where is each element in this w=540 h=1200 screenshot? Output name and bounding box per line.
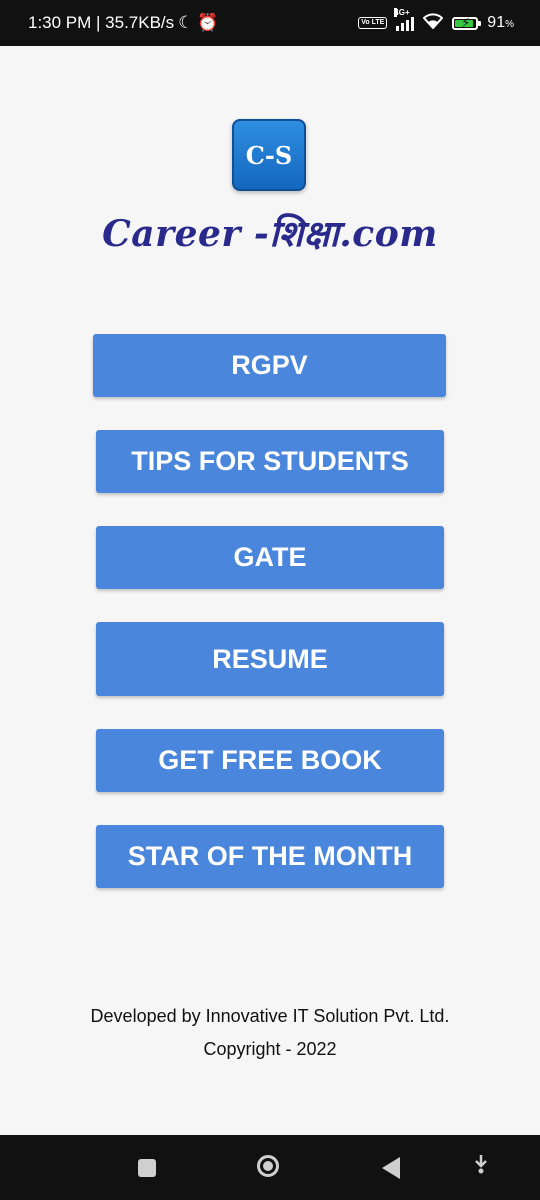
rgpv-button[interactable]: RGPV [93, 334, 446, 397]
moon-icon: ☾ [178, 13, 194, 32]
gate-button[interactable]: GATE [96, 526, 444, 589]
charging-icon: ⚡ [461, 14, 471, 30]
developer-credit: Developed by Innovative IT Solution Pvt.… [90, 1006, 450, 1026]
battery-percent: 91% [487, 14, 514, 31]
circle-home-icon[interactable] [257, 1155, 279, 1177]
status-time-speed: 1:30 PM | 35.7KB/s [28, 13, 175, 32]
status-bar: 1:30 PM | 35.7KB/s ☾ ⏰ Vo LTE 4G+ ⚡ 91% [0, 0, 540, 46]
tips-for-students-button[interactable]: TIPS FOR STUDENTS [96, 430, 444, 493]
resume-button[interactable]: RESUME [96, 622, 444, 696]
triangle-back-icon[interactable] [382, 1157, 400, 1179]
network-type: 4G+ [394, 8, 410, 17]
wifi-icon [422, 12, 444, 34]
alarm-icon: ⏰ [197, 13, 219, 32]
footer: Developed by Innovative IT Solution Pvt.… [0, 1000, 540, 1066]
download-arrow-icon[interactable] [472, 1153, 490, 1181]
status-right: Vo LTE 4G+ ⚡ 91% [358, 8, 514, 34]
battery-icon: ⚡ [452, 14, 482, 30]
navigation-bar [0, 1135, 540, 1200]
signal-icon: 4G+ [394, 8, 415, 31]
app-wordmark: Career -शिक्षा.com [102, 213, 438, 255]
app-logo-badge: C-S [232, 119, 306, 191]
get-free-book-button[interactable]: GET FREE BOOK [96, 729, 444, 792]
status-left: 1:30 PM | 35.7KB/s ☾ ⏰ [28, 13, 219, 33]
copyright-text: Copyright - 2022 [203, 1039, 337, 1059]
square-icon[interactable] [138, 1159, 156, 1177]
volte-icon: Vo LTE [358, 17, 388, 29]
star-of-the-month-button[interactable]: STAR OF THE MONTH [96, 825, 444, 888]
